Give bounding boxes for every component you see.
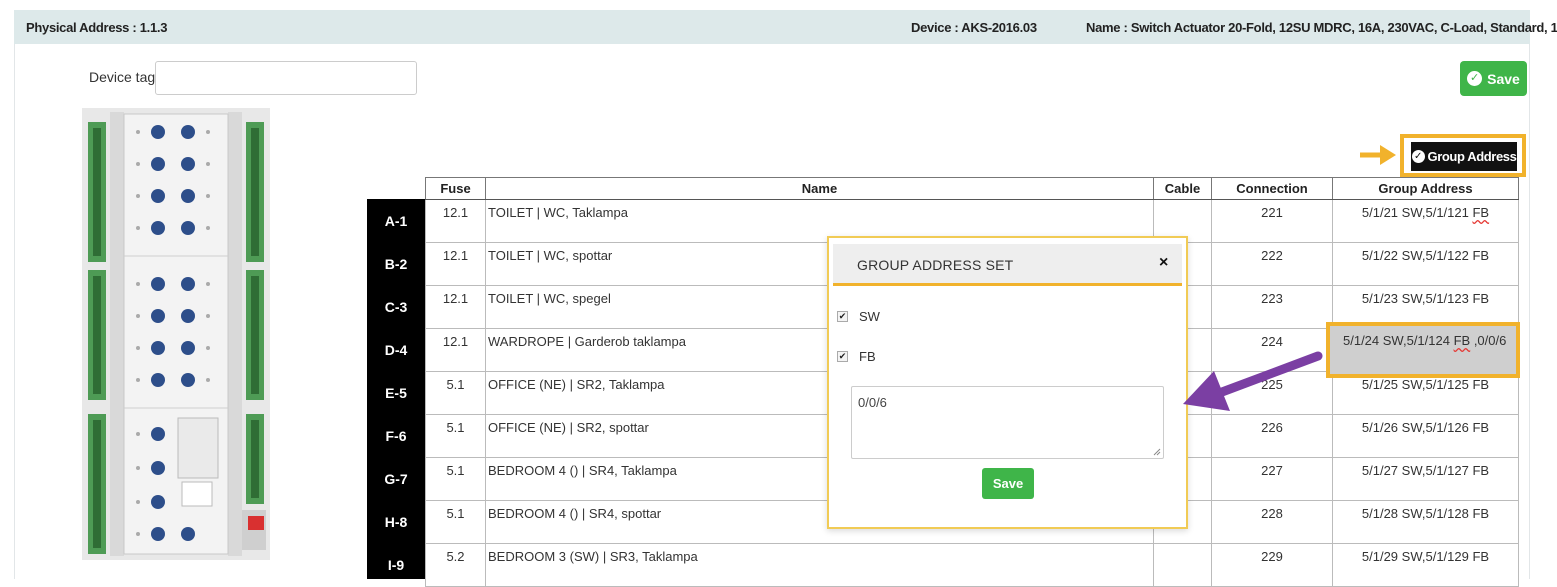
connection-cell: 226 <box>1211 414 1333 458</box>
connection-cell: 222 <box>1211 242 1333 286</box>
check-circle-icon: ✓ <box>1411 150 1425 163</box>
row-label: I-9 <box>387 557 405 573</box>
row-label: H-8 <box>384 514 408 530</box>
ga-fb-text: FB <box>1472 506 1490 521</box>
highlighted-group-address-text: 5/1/24 SW,5/1/124 FB ,0/0/6 <box>1343 333 1506 348</box>
group-address-set-dialog: GROUP ADDRESS SET × ✔ SW ✔ FB 0/0/6 Save <box>827 236 1188 529</box>
fuse-cell: 5.1 <box>425 414 486 458</box>
row-label: F-6 <box>385 428 407 444</box>
physical-address: Physical Address : 1.1.3 <box>26 20 168 35</box>
device-model: Device : AKS-2016.03 <box>911 20 1037 35</box>
panel-border-right <box>1529 44 1530 579</box>
fb-checkbox-label: FB <box>859 349 876 364</box>
group-address-button-label: Group Address <box>1427 149 1517 164</box>
ga-sw-text: 5/1/22 SW,5/1/122 <box>1361 248 1473 263</box>
connection-cell: 227 <box>1211 457 1333 501</box>
group-address-textarea[interactable]: 0/0/6 <box>851 386 1164 459</box>
ga-fb-text: FB <box>1472 377 1490 392</box>
connection-cell: 223 <box>1211 285 1333 329</box>
resize-grip-icon[interactable] <box>1153 448 1161 456</box>
ga-fb-text: FB <box>1472 205 1490 220</box>
yellow-arrow-icon <box>1360 145 1396 165</box>
panel-border-left <box>14 44 15 579</box>
ga-sw-text: 5/1/23 SW,5/1/123 <box>1361 291 1473 306</box>
save-button[interactable]: ✓ Save <box>1460 61 1527 96</box>
connection-cell: 224 <box>1211 328 1333 372</box>
ga-sw-text: 5/1/29 SW,5/1/129 <box>1361 549 1473 564</box>
check-circle-icon: ✓ <box>1467 71 1483 86</box>
connection-cell: 229 <box>1211 543 1333 587</box>
ga-sw-text: 5/1/21 SW,5/1/121 <box>1361 205 1473 220</box>
device-image <box>82 108 270 560</box>
channel-labels-column: A-1 B-2 C-3 D-4 E-5 F-6 G-7 H-8 I-9 <box>367 199 425 579</box>
group-address-cell[interactable]: 5/1/22 SW,5/1/122 FB <box>1332 242 1519 286</box>
row-label: D-4 <box>384 342 408 358</box>
ga-sw-text: 5/1/28 SW,5/1/128 <box>1361 506 1473 521</box>
fuse-cell: 12.1 <box>425 199 486 243</box>
ga-value-suffix: ,0/0/6 <box>1470 333 1507 348</box>
ga-fb-text: FB <box>1472 248 1490 263</box>
dialog-save-button[interactable]: Save <box>982 468 1034 499</box>
row-label: C-3 <box>384 299 408 315</box>
ga-fb-text: FB <box>1472 420 1490 435</box>
sw-checkbox[interactable]: ✔ <box>837 311 848 322</box>
close-icon[interactable]: × <box>1159 254 1168 272</box>
ga-value-prefix: 5/1/24 SW,5/1/124 <box>1343 333 1454 348</box>
col-cable: Cable <box>1153 177 1212 200</box>
row-label: B-2 <box>384 256 408 272</box>
dialog-header: GROUP ADDRESS SET × <box>833 244 1182 286</box>
group-address-cell[interactable]: 5/1/29 SW,5/1/129 FB <box>1332 543 1519 587</box>
sw-checkbox-label: SW <box>859 309 880 324</box>
group-address-button[interactable]: ✓ Group Address <box>1411 142 1517 171</box>
col-fuse: Fuse <box>425 177 486 200</box>
name-cell: BEDROOM 3 (SW) | SR3, Taklampa <box>485 543 1154 587</box>
device-name: Name : Switch Actuator 20-Fold, 12SU MDR… <box>1086 20 1557 35</box>
ga-value-fb: FB <box>1453 333 1471 348</box>
device-tag-label: Device tag: <box>89 69 160 85</box>
fuse-cell: 5.1 <box>425 500 486 544</box>
fuse-cell: 5.1 <box>425 371 486 415</box>
row-label: E-5 <box>385 385 407 401</box>
save-button-label: Save <box>1487 70 1520 87</box>
table-row[interactable]: 5.2 BEDROOM 3 (SW) | SR3, Taklampa 229 5… <box>425 543 1519 587</box>
group-address-cell[interactable]: 5/1/27 SW,5/1/127 FB <box>1332 457 1519 501</box>
connection-cell: 228 <box>1211 500 1333 544</box>
table-header-row: Fuse Name Cable Connection Group Address <box>425 177 1519 200</box>
group-address-cell[interactable]: 5/1/26 SW,5/1/126 FB <box>1332 414 1519 458</box>
highlighted-group-address-cell[interactable] <box>1326 322 1520 378</box>
group-address-textarea-value: 0/0/6 <box>858 395 887 410</box>
device-tag-input[interactable] <box>155 61 417 95</box>
ga-fb-text: FB <box>1472 291 1490 306</box>
fuse-cell: 12.1 <box>425 242 486 286</box>
device-info-header: Physical Address : 1.1.3 Device : AKS-20… <box>14 10 1557 44</box>
ga-fb-text: FB <box>1472 463 1490 478</box>
row-label: G-7 <box>384 471 408 487</box>
ga-fb-text: FB <box>1472 549 1490 564</box>
group-address-cell[interactable]: 5/1/28 SW,5/1/128 FB <box>1332 500 1519 544</box>
ga-sw-text: 5/1/25 SW,5/1/125 <box>1361 377 1473 392</box>
col-group-address: Group Address <box>1332 177 1519 200</box>
row-label: A-1 <box>384 213 408 229</box>
connection-cell: 221 <box>1211 199 1333 243</box>
dialog-title: GROUP ADDRESS SET <box>857 257 1014 273</box>
group-address-cell[interactable]: 5/1/21 SW,5/1/121 FB <box>1332 199 1519 243</box>
fuse-cell: 5.2 <box>425 543 486 587</box>
fuse-cell: 12.1 <box>425 285 486 329</box>
ga-sw-text: 5/1/26 SW,5/1/126 <box>1361 420 1473 435</box>
ga-sw-text: 5/1/27 SW,5/1/127 <box>1361 463 1473 478</box>
col-name: Name <box>485 177 1154 200</box>
fb-checkbox[interactable]: ✔ <box>837 351 848 362</box>
fuse-cell: 5.1 <box>425 457 486 501</box>
fuse-cell: 12.1 <box>425 328 486 372</box>
col-connection: Connection <box>1211 177 1333 200</box>
cable-cell <box>1153 543 1212 587</box>
connection-cell: 225 <box>1211 371 1333 415</box>
